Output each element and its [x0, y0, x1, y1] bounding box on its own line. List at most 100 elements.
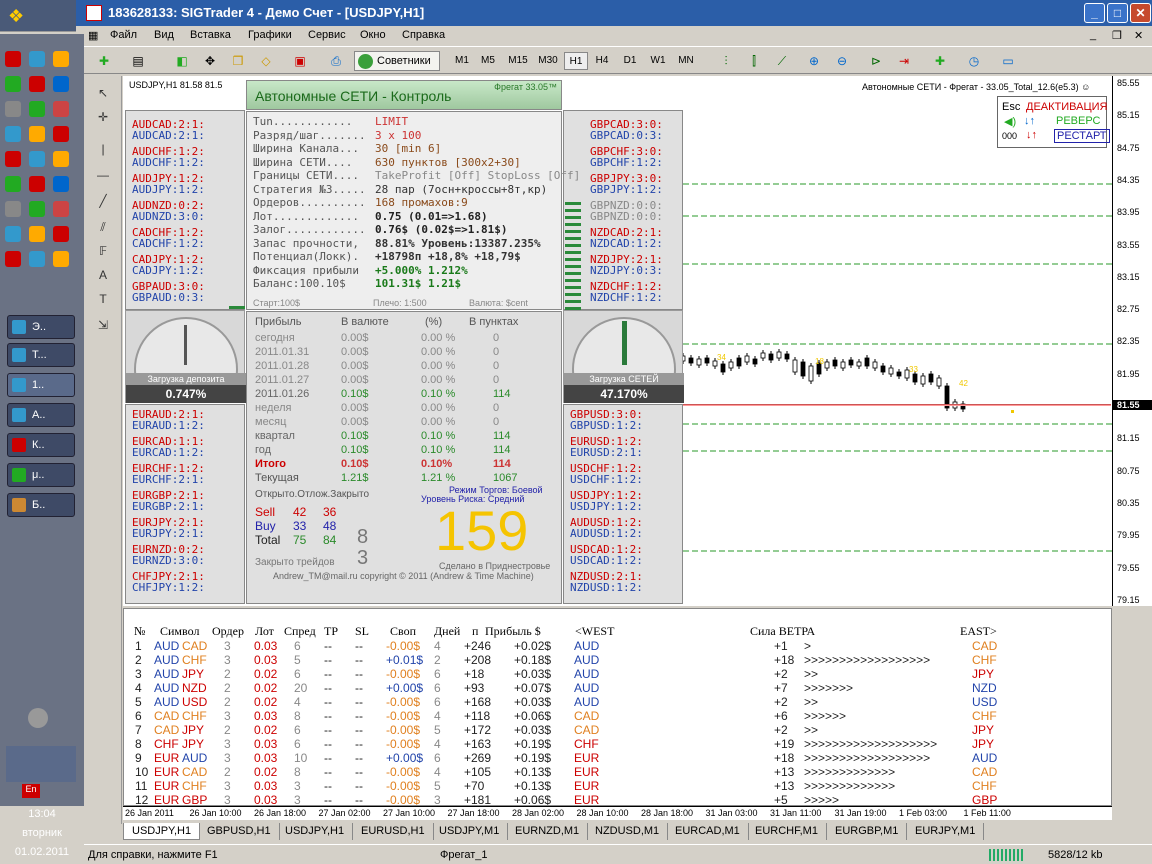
- tf-h1[interactable]: H1: [564, 52, 588, 70]
- launcher-icon[interactable]: [53, 251, 69, 267]
- menu-charts[interactable]: Графики: [248, 29, 292, 41]
- start-button[interactable]: ❖: [0, 0, 76, 32]
- table-row[interactable]: 6 CAD CHF 3 0.03 8 -- -- -0.00$ 4 +118 +0.06$ CAD +6 >…: [124, 709, 1113, 723]
- sound-icon[interactable]: ◀): [1004, 115, 1016, 128]
- table-row[interactable]: 2 AUD CHF 3 0.03 5 -- -- +0.01$ 2 +208 +0.18$ AUD +18…: [124, 653, 1113, 667]
- bar-chart-icon[interactable]: ⫶: [716, 51, 736, 71]
- launcher-icon[interactable]: [53, 76, 69, 92]
- templates-icon[interactable]: ▭: [998, 51, 1018, 71]
- tester-icon[interactable]: ▣: [290, 51, 310, 71]
- label-icon[interactable]: T: [92, 292, 114, 312]
- launcher-icon[interactable]: [5, 51, 21, 67]
- chart-tab[interactable]: USDJPY,H1: [123, 823, 201, 840]
- fibonacci-icon[interactable]: 𝔽: [92, 244, 114, 264]
- table-row[interactable]: 3 AUD JPY 2 0.02 6 -- -- -0.00$ 6 +18 +0.03$ AUD +2 >>…: [124, 667, 1113, 681]
- table-row[interactable]: 12 EUR GBP 3 0.03 3 -- -- -0.00$ 3 +181 +0.06$ EUR +5…: [124, 793, 1113, 807]
- table-row[interactable]: 10 EUR CAD 2 0.02 8 -- -- -0.00$ 4 +105 +0.13$ EUR +1…: [124, 765, 1113, 779]
- tf-mn[interactable]: MN: [674, 52, 698, 70]
- market-watch-icon[interactable]: ◧: [172, 51, 192, 71]
- history-icon[interactable]: ⎙: [326, 51, 346, 71]
- launcher-icon[interactable]: [5, 201, 21, 217]
- launcher-icon[interactable]: [29, 201, 45, 217]
- zoom-in-icon[interactable]: ⊕: [804, 51, 824, 71]
- chart-tab[interactable]: EURGBP,M1: [827, 823, 908, 840]
- taskbar-item[interactable]: К..: [7, 433, 75, 457]
- table-row[interactable]: 4 AUD NZD 2 0.02 20 -- -- +0.00$ 6 +93 +0.07$ AUD +7 >…: [124, 681, 1113, 695]
- line-chart-icon[interactable]: ⟋: [772, 51, 792, 71]
- table-row[interactable]: 11 EUR CHF 3 0.03 3 -- -- -0.00$ 5 +70 +0.13$ EUR +13…: [124, 779, 1113, 793]
- table-scrollbar[interactable]: [1138, 612, 1150, 802]
- menu-insert[interactable]: Вставка: [190, 29, 231, 41]
- chart-tab[interactable]: GBPUSD,H1: [199, 823, 280, 840]
- chart-tab[interactable]: USDJPY,M1: [431, 823, 509, 840]
- chart-tab[interactable]: EURCHF,M1: [747, 823, 827, 840]
- taskbar-item[interactable]: Э..: [7, 315, 75, 339]
- crosshair-icon[interactable]: ✛: [92, 110, 114, 130]
- profiles-icon[interactable]: ▤: [128, 51, 148, 71]
- menu-view[interactable]: Вид: [154, 29, 174, 41]
- maximize-icon[interactable]: □: [1107, 3, 1128, 23]
- zoom-out-icon[interactable]: ⊖: [832, 51, 852, 71]
- launcher-icon[interactable]: [53, 151, 69, 167]
- table-row[interactable]: 8 CHF JPY 3 0.03 6 -- -- -0.00$ 4 +163 +0.19$ CHF +19…: [124, 737, 1113, 751]
- chart-tab[interactable]: EURUSD,H1: [353, 823, 434, 840]
- collapse-icon[interactable]: [28, 708, 48, 728]
- chart-tab[interactable]: NZDUSD,M1: [587, 823, 669, 840]
- launcher-icon[interactable]: [53, 201, 69, 217]
- candle-chart-icon[interactable]: ⫿: [744, 51, 764, 71]
- terminal-icon[interactable]: ◇: [256, 51, 276, 71]
- launcher-icon[interactable]: [5, 101, 21, 117]
- chart-tab[interactable]: EURNZD,M1: [507, 823, 589, 840]
- launcher-icon[interactable]: [29, 76, 45, 92]
- table-row[interactable]: 5 AUD USD 2 0.02 4 -- -- -0.00$ 6 +168 +0.03$ AUD +2 >…: [124, 695, 1113, 709]
- vertical-line-icon[interactable]: |: [92, 142, 114, 162]
- table-row[interactable]: 1 AUD CAD 3 0.03 6 -- -- -0.00$ 4 +246 +0.02$ AUD +1 >…: [124, 639, 1113, 653]
- menu-help[interactable]: Справка: [402, 29, 445, 41]
- minimize-icon[interactable]: _: [1084, 3, 1105, 23]
- tf-h4[interactable]: H4: [590, 52, 614, 70]
- close-icon[interactable]: ✕: [1130, 3, 1151, 23]
- tf-m30[interactable]: M30: [534, 52, 562, 70]
- launcher-icon[interactable]: [5, 226, 21, 242]
- menu-tools[interactable]: Сервис: [308, 29, 346, 41]
- launcher-icon[interactable]: [5, 151, 21, 167]
- tf-m5[interactable]: M5: [476, 52, 500, 70]
- launcher-icon[interactable]: [29, 51, 45, 67]
- launcher-icon[interactable]: [53, 101, 69, 117]
- launcher-icon[interactable]: [5, 251, 21, 267]
- cursor-icon[interactable]: ↖: [92, 86, 114, 106]
- menu-window[interactable]: Окно: [360, 29, 386, 41]
- taskbar-item[interactable]: 1..: [7, 373, 75, 397]
- launcher-icon[interactable]: [29, 226, 45, 242]
- new-chart-icon[interactable]: ✚: [94, 51, 114, 71]
- expert-advisors-button[interactable]: Советники: [354, 51, 440, 71]
- indicators-icon[interactable]: ✚: [930, 51, 950, 71]
- mdi-close-icon[interactable]: ✕: [1134, 29, 1143, 42]
- mdi-minimize-icon[interactable]: _: [1090, 29, 1096, 41]
- chart-tab[interactable]: USDJPY,H1: [277, 823, 354, 840]
- launcher-icon[interactable]: [5, 176, 21, 192]
- menu-icon[interactable]: ▦: [88, 29, 98, 42]
- tf-m15[interactable]: M15: [504, 52, 532, 70]
- launcher-icon[interactable]: [53, 126, 69, 142]
- deactivate-button[interactable]: ДЕАКТИВАЦИЯ: [1026, 101, 1107, 113]
- auto-scroll-icon[interactable]: ⊳: [866, 51, 886, 71]
- taskbar-item[interactable]: μ..: [7, 463, 75, 487]
- horizontal-line-icon[interactable]: —: [92, 168, 114, 188]
- tf-d1[interactable]: D1: [618, 52, 642, 70]
- taskbar-item[interactable]: Т...: [7, 343, 75, 367]
- reverse-button[interactable]: РЕВЕРС: [1056, 115, 1101, 127]
- tf-m1[interactable]: M1: [450, 52, 474, 70]
- table-row[interactable]: 9 EUR AUD 3 0.03 10 -- -- +0.00$ 6 +269 +0.19$ EUR +1…: [124, 751, 1113, 765]
- navigator-icon[interactable]: ✥: [200, 51, 220, 71]
- periods-icon[interactable]: ◷: [964, 51, 984, 71]
- mdi-restore-icon[interactable]: ❐: [1112, 29, 1122, 42]
- launcher-icon[interactable]: [29, 176, 45, 192]
- launcher-icon[interactable]: [5, 126, 21, 142]
- arrows-icon[interactable]: ⇲: [92, 318, 114, 338]
- tf-w1[interactable]: W1: [646, 52, 670, 70]
- launcher-icon[interactable]: [29, 126, 45, 142]
- language-indicator[interactable]: En: [22, 784, 40, 798]
- folder-icon[interactable]: ❒: [228, 51, 248, 71]
- table-row[interactable]: 7 CAD JPY 2 0.02 6 -- -- -0.00$ 5 +172 +0.03$ CAD +2 >…: [124, 723, 1113, 737]
